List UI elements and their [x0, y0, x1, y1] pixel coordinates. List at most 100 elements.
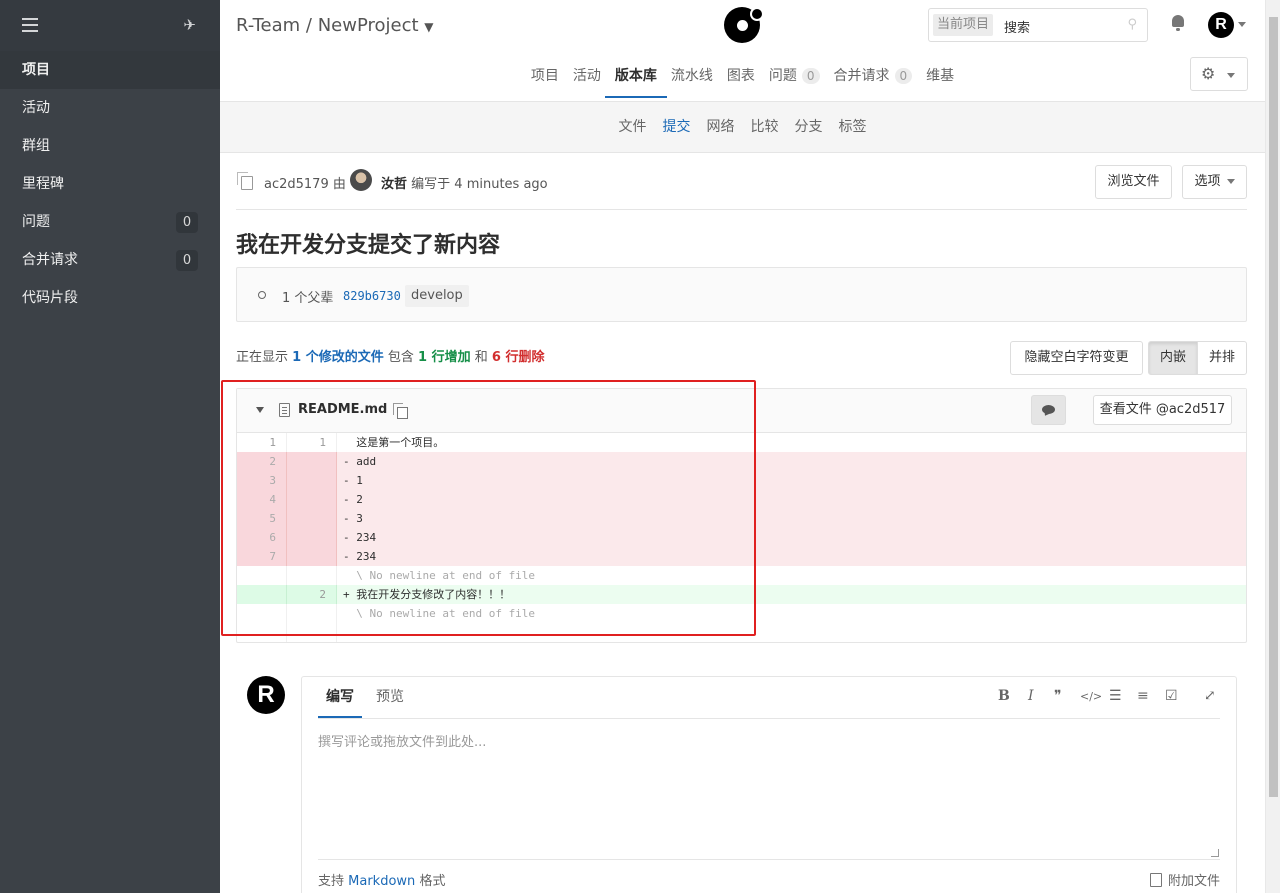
tab-issues[interactable]: 问题 0	[764, 54, 825, 98]
old-line-number[interactable]	[237, 604, 287, 623]
authored-time: 编写于 4 minutes ago	[411, 177, 548, 192]
comment-toggle-button[interactable]	[1031, 395, 1066, 425]
header: R-Team / NewProject ▼ 当前项目 搜索 ⚲ R 项目 活动 …	[220, 0, 1265, 102]
diff-line-content: - 234	[343, 550, 377, 563]
copy-icon[interactable]	[393, 403, 408, 419]
breadcrumb[interactable]: R-Team / NewProject ▼	[236, 15, 434, 36]
sidebar-header: ✈	[0, 0, 220, 51]
bold-icon[interactable]: B	[998, 688, 1010, 704]
search-input[interactable]: 当前项目 搜索 ⚲	[928, 8, 1148, 42]
changed-files-link[interactable]: 1 个修改的文件	[292, 350, 384, 365]
old-line-number[interactable]: 5	[237, 509, 287, 528]
tab-preview[interactable]: 预览	[376, 677, 404, 718]
sidebar-item-merge-requests[interactable]: 合并请求 0	[0, 241, 220, 279]
subnav-commits[interactable]: 提交	[663, 102, 691, 152]
main-content: ac2d5179 由 汝哲 编写于 4 minutes ago 浏览文件 选项 …	[236, 153, 1247, 643]
new-line-number[interactable]	[287, 509, 337, 528]
subnav-compare[interactable]: 比较	[751, 102, 779, 152]
code-icon[interactable]: </>	[1080, 690, 1102, 703]
tab-project[interactable]: 项目	[526, 54, 564, 98]
browse-files-button[interactable]: 浏览文件	[1095, 165, 1172, 199]
chevron-down-icon[interactable]	[1238, 22, 1246, 27]
file-name[interactable]: README.md	[298, 402, 387, 417]
subnav-files[interactable]: 文件	[619, 102, 647, 152]
task-list-icon[interactable]: ☑	[1165, 688, 1178, 704]
tab-merge-requests[interactable]: 合并请求 0	[829, 54, 918, 98]
subnav-network[interactable]: 网络	[707, 102, 735, 152]
old-line-number[interactable]: 4	[237, 490, 287, 509]
side-by-side-button[interactable]: 并排	[1197, 341, 1247, 375]
tab-activity[interactable]: 活动	[568, 54, 606, 98]
old-line-number[interactable]: 7	[237, 547, 287, 566]
subnav-tags[interactable]: 标签	[839, 102, 867, 152]
commit-sha-text: ac2d5179	[264, 177, 329, 192]
user-avatar[interactable]: R	[1208, 12, 1234, 38]
sidebar-item-snippets[interactable]: 代码片段	[0, 279, 220, 317]
tab-wiki[interactable]: 维基	[921, 54, 959, 98]
attach-file-button[interactable]: 附加文件	[1149, 870, 1220, 889]
scrollbar[interactable]	[1265, 0, 1280, 893]
resize-handle[interactable]	[1211, 849, 1219, 857]
tab-repository[interactable]: 版本库	[604, 54, 667, 98]
hide-whitespace-button[interactable]: 隐藏空白字符变更	[1010, 341, 1143, 375]
sidebar-item-milestones[interactable]: 里程碑	[0, 165, 220, 203]
italic-icon[interactable]: I	[1028, 688, 1034, 704]
options-dropdown[interactable]: 选项	[1182, 165, 1247, 199]
sidebar-item-label: 项目	[22, 62, 50, 78]
copy-icon[interactable]	[237, 172, 253, 190]
new-line-number[interactable]	[287, 566, 337, 585]
tab-label: 问题	[768, 68, 797, 84]
settings-dropdown[interactable]: ⚙	[1190, 57, 1248, 91]
stats-prefix: 正在显示	[236, 350, 289, 365]
tab-pipelines[interactable]: 流水线	[666, 54, 718, 98]
chevron-down-icon	[1227, 73, 1235, 78]
tab-write[interactable]: 编写	[318, 677, 362, 718]
view-file-button[interactable]: 查看文件 @ac2d517	[1093, 395, 1232, 425]
old-line-number[interactable]	[237, 566, 287, 585]
by-text: 由	[332, 177, 346, 192]
sidebar-item-activity[interactable]: 活动	[0, 89, 220, 127]
scrollbar-thumb[interactable]	[1269, 17, 1278, 797]
pin-icon[interactable]: ✈	[183, 16, 196, 34]
new-line-number[interactable]	[287, 623, 337, 642]
parent-sha-link[interactable]: 829b6730	[343, 289, 401, 303]
quote-icon[interactable]: ❞	[1054, 688, 1062, 704]
user-avatar[interactable]: R	[247, 676, 285, 714]
new-line-number[interactable]	[287, 547, 337, 566]
bullet-list-icon[interactable]: ☰	[1109, 688, 1122, 704]
sidebar-item-projects[interactable]: 项目	[0, 51, 220, 89]
logo[interactable]	[724, 7, 762, 43]
commit-icon	[253, 288, 269, 300]
inline-view-button[interactable]: 内嵌	[1148, 341, 1198, 375]
new-line-number[interactable]	[287, 452, 337, 471]
old-line-number[interactable]	[237, 623, 287, 642]
new-line-number[interactable]: 2	[287, 585, 337, 604]
bell-icon[interactable]	[1170, 15, 1186, 31]
numbered-list-icon[interactable]: ≡	[1137, 688, 1149, 704]
author-name[interactable]: 汝哲	[381, 177, 407, 192]
old-line-number[interactable]	[237, 585, 287, 604]
tab-graphs[interactable]: 图表	[722, 54, 760, 98]
sidebar-item-label: 群组	[22, 138, 50, 154]
old-line-number[interactable]: 6	[237, 528, 287, 547]
new-line-number[interactable]	[287, 471, 337, 490]
subnav-branches[interactable]: 分支	[795, 102, 823, 152]
new-line-number[interactable]	[287, 528, 337, 547]
diff-line: 2 + 我在开发分支修改了内容！！！	[237, 585, 1246, 604]
branch-label[interactable]: develop	[405, 285, 469, 307]
new-line-number[interactable]	[287, 604, 337, 623]
collapse-icon[interactable]	[256, 407, 264, 413]
comment-editor: 编写 预览 B I ❞ </> ☰ ≡ ☑ ⤢ 撰写评论或拖放文件到此处... …	[301, 676, 1237, 893]
new-line-number[interactable]: 1	[287, 433, 337, 452]
old-line-number[interactable]: 1	[237, 433, 287, 452]
sidebar-item-issues[interactable]: 问题 0	[0, 203, 220, 241]
old-line-number[interactable]: 2	[237, 452, 287, 471]
markdown-link[interactable]: Markdown	[348, 874, 415, 889]
comment-textarea[interactable]: 撰写评论或拖放文件到此处...	[318, 731, 486, 750]
new-line-number[interactable]	[287, 490, 337, 509]
fullscreen-icon[interactable]: ⤢	[1204, 688, 1216, 704]
old-line-number[interactable]: 3	[237, 471, 287, 490]
author-avatar[interactable]	[350, 169, 372, 191]
sidebar-item-groups[interactable]: 群组	[0, 127, 220, 165]
menu-icon[interactable]	[22, 18, 38, 32]
